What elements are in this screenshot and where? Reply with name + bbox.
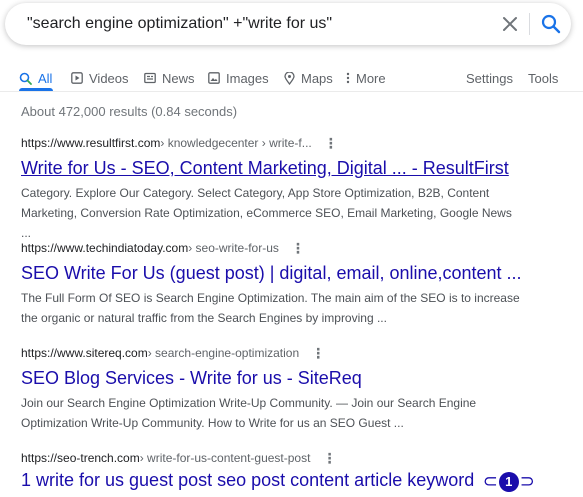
- result-url[interactable]: https://seo-trench.com › write-for-us-co…: [21, 449, 561, 467]
- tab-images[interactable]: Images: [208, 66, 269, 90]
- result-breadcrumb: › write-for-us-content-guest-post: [139, 451, 311, 465]
- more-options-icon[interactable]: ⋮: [324, 135, 338, 152]
- news-icon: [144, 72, 156, 84]
- tab-maps[interactable]: Maps: [284, 66, 333, 90]
- result-title-link[interactable]: SEO Blog Services - Write for us - SiteR…: [21, 365, 561, 391]
- tools-link[interactable]: Tools: [528, 66, 558, 90]
- search-divider: [529, 13, 530, 35]
- more-options-icon[interactable]: ⋮: [322, 450, 336, 467]
- result-snippet: The Full Form Of SEO is Search Engine Op…: [21, 291, 520, 325]
- settings-link[interactable]: Settings: [466, 66, 513, 90]
- tab-more[interactable]: More: [346, 66, 386, 90]
- result-title-link[interactable]: 1 write for us guest post seo post conte…: [21, 470, 474, 490]
- tabs-divider: [0, 91, 583, 92]
- tab-videos[interactable]: Videos: [71, 66, 129, 90]
- tab-all[interactable]: All: [19, 66, 52, 90]
- more-options-icon[interactable]: ⋮: [311, 345, 325, 362]
- result-snippet: Join our Search Engine Optimization Writ…: [21, 396, 477, 430]
- badge-left-bracket-icon: ⊂: [482, 471, 498, 492]
- clear-icon[interactable]: [501, 15, 519, 33]
- more-vert-icon: [346, 72, 350, 84]
- result-title-link[interactable]: Write for Us - SEO, Content Marketing, D…: [21, 155, 561, 181]
- tab-news[interactable]: News: [144, 66, 195, 90]
- result-title-link[interactable]: SEO Write For Us (guest post) | digital,…: [21, 260, 561, 286]
- result-url[interactable]: https://www.resultfirst.com › knowledgec…: [21, 134, 561, 152]
- result-domain: https://www.sitereq.com: [21, 346, 148, 360]
- image-icon: [208, 72, 220, 84]
- search-result: https://www.techindiatoday.com › seo-wri…: [21, 239, 561, 328]
- video-icon: [71, 72, 83, 84]
- search-bar[interactable]: "search engine optimization" +"write for…: [5, 3, 571, 45]
- tab-label: All: [38, 70, 53, 86]
- search-tabs: All Videos News Images Maps More Setting…: [0, 62, 583, 92]
- badge-number: 1: [498, 471, 519, 492]
- settings-label: Settings: [466, 70, 513, 86]
- result-url[interactable]: https://www.sitereq.com › search-engine-…: [21, 344, 561, 362]
- tab-label: More: [356, 70, 386, 86]
- badge-right-bracket-icon: ⊃: [519, 471, 535, 492]
- result-domain: https://www.techindiatoday.com: [21, 241, 189, 255]
- result-breadcrumb: › seo-write-for-us: [188, 241, 279, 255]
- result-breadcrumb: › knowledgecenter › write-f...: [160, 136, 312, 150]
- tools-label: Tools: [528, 70, 559, 86]
- tab-label: Maps: [301, 70, 333, 86]
- map-pin-icon: [284, 71, 295, 85]
- tab-label: News: [162, 70, 195, 86]
- result-stats: About 472,000 results (0.84 seconds): [21, 104, 238, 119]
- result-breadcrumb: › search-engine-optimization: [147, 346, 300, 360]
- search-result: https://seo-trench.com › write-for-us-co…: [21, 449, 561, 493]
- more-options-icon[interactable]: ⋮: [291, 240, 305, 257]
- search-result: https://www.resultfirst.com › knowledgec…: [21, 134, 561, 243]
- result-domain: https://www.resultfirst.com: [21, 136, 161, 150]
- tab-label: Images: [226, 70, 269, 86]
- search-result: https://www.sitereq.com › search-engine-…: [21, 344, 561, 433]
- search-icon[interactable]: [541, 14, 561, 34]
- tab-label: Videos: [89, 70, 129, 86]
- search-icon: [19, 72, 32, 85]
- result-snippet: Category. Explore Our Category. Select C…: [21, 186, 512, 240]
- search-input[interactable]: "search engine optimization" +"write for…: [27, 15, 332, 33]
- result-url[interactable]: https://www.techindiatoday.com › seo-wri…: [21, 239, 561, 257]
- result-domain: https://seo-trench.com: [21, 451, 140, 465]
- numbered-badge: ⊂ 1 ⊃: [483, 471, 535, 492]
